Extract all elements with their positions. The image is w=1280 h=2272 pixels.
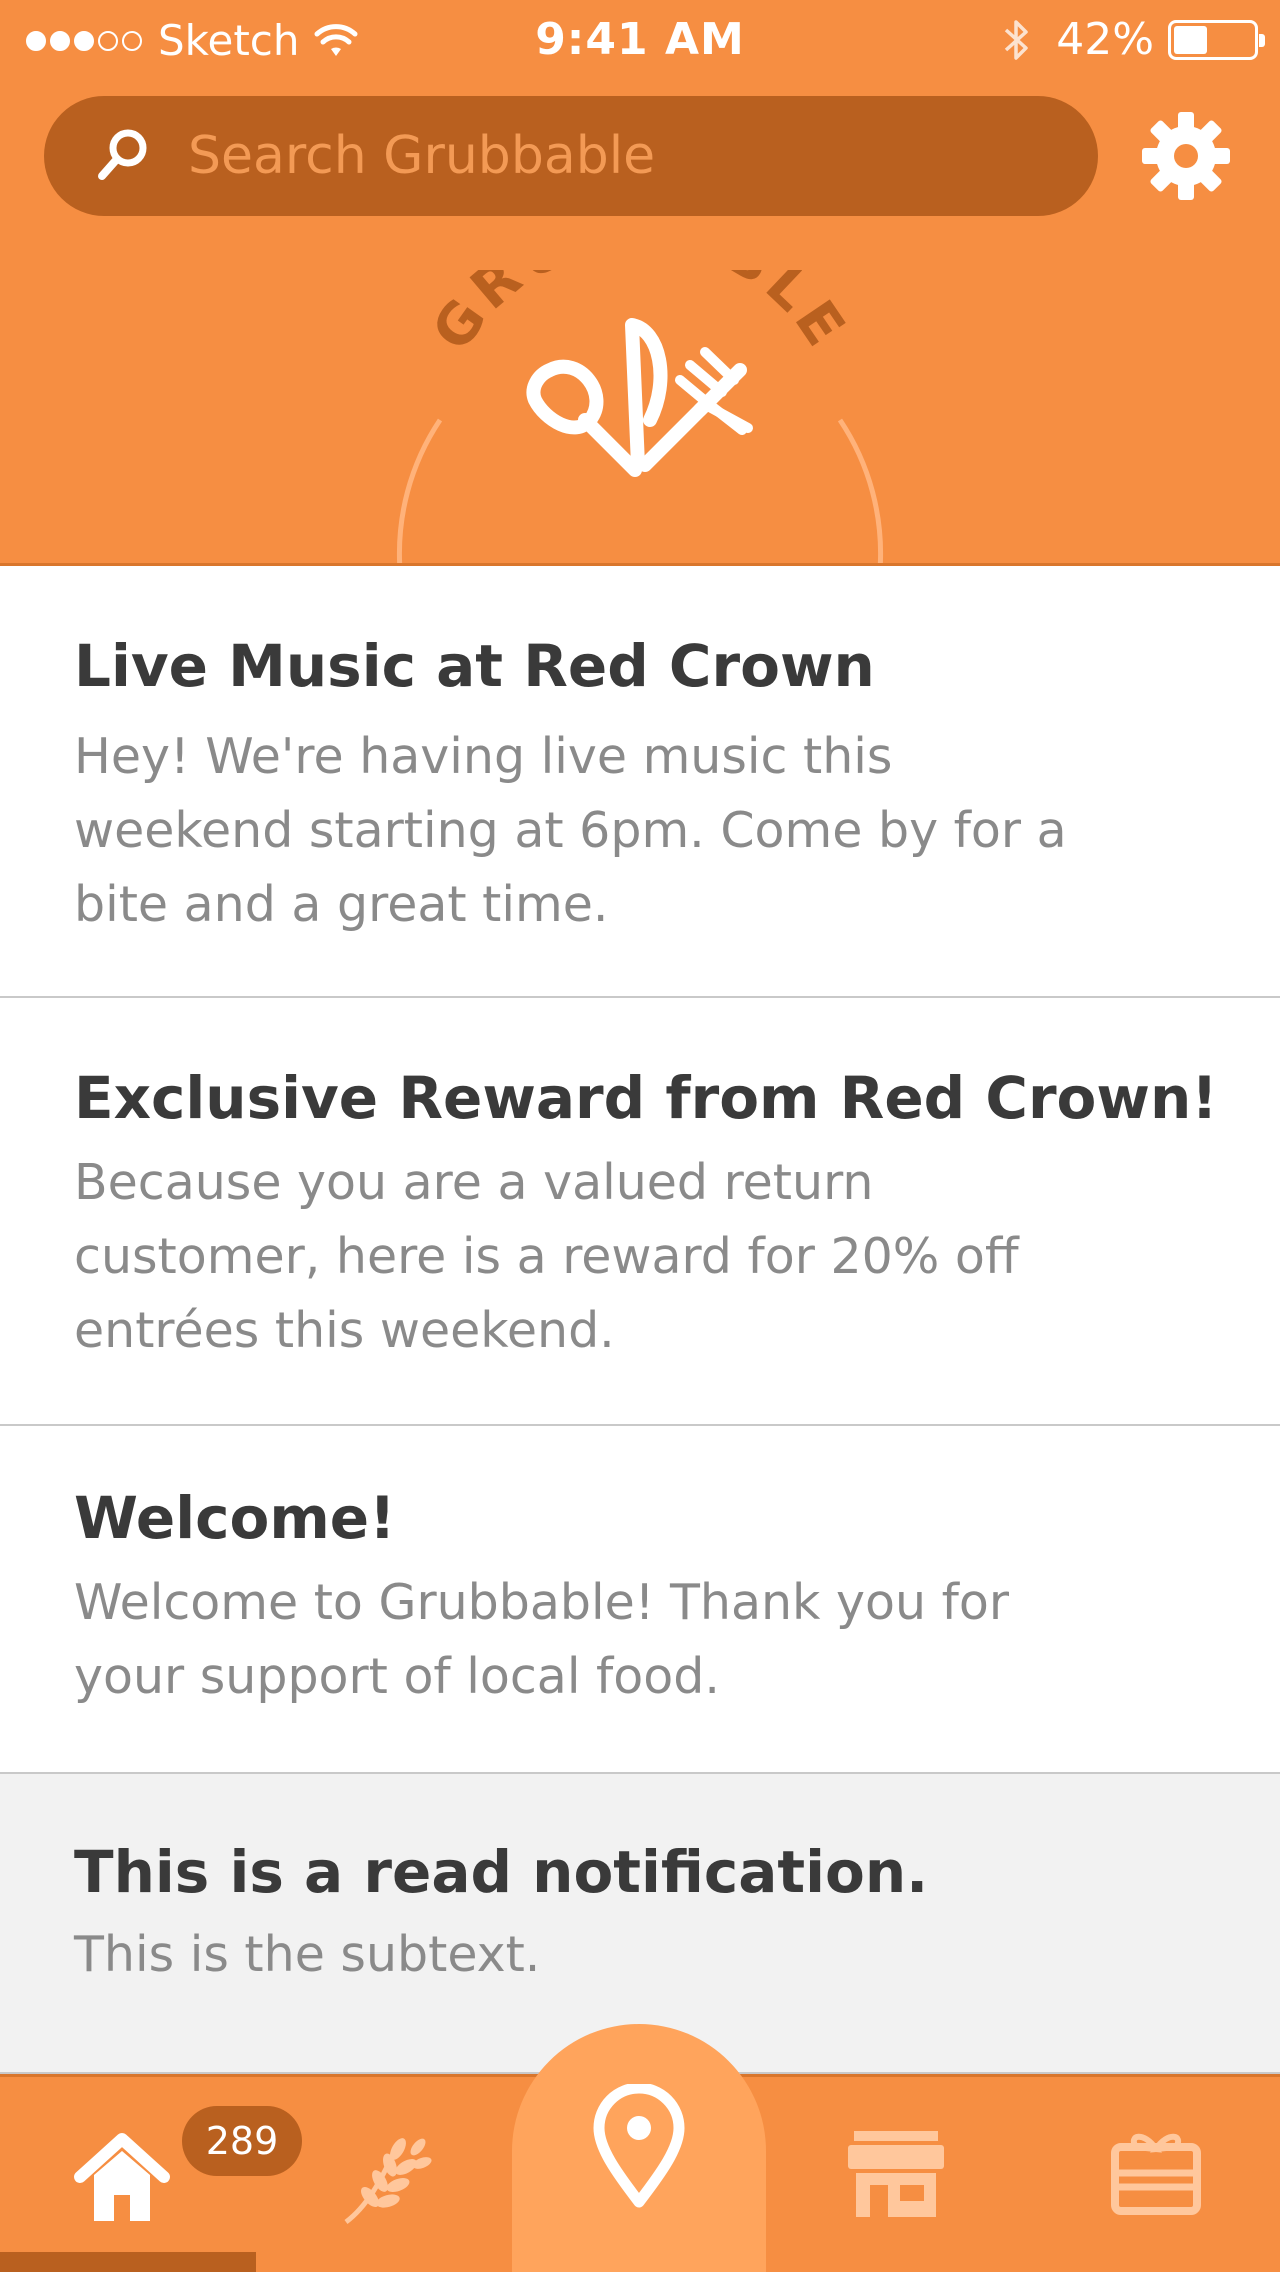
- notification-title: Live Music at Red Crown: [74, 632, 875, 700]
- battery-icon: [1168, 19, 1265, 60]
- notification-title: This is a read notification.: [74, 1838, 929, 1906]
- active-tab-indicator: [0, 2252, 256, 2272]
- notification-line: weekend starting at 6pm. Come by for a: [74, 802, 1067, 859]
- tab-stores[interactable]: [830, 2077, 970, 2272]
- notifications-screen: Sketch 9:41 AM 42% Search Grubbable GR L…: [0, 0, 1280, 2272]
- grubbable-logo: GRUBBABLE: [396, 270, 884, 563]
- notification-line: customer, here is a reward for 20% off: [74, 1228, 1019, 1285]
- tab-map[interactable]: [512, 2024, 766, 2272]
- bluetooth-icon: [1005, 19, 1028, 60]
- notification-line: your support of local food.: [74, 1648, 720, 1705]
- notification-line: Hey! We're having live music this: [74, 728, 893, 785]
- notification-line: entrées this weekend.: [74, 1302, 615, 1359]
- tab-home[interactable]: 289: [60, 2077, 302, 2272]
- search-icon: [98, 129, 147, 180]
- notification-line: Welcome to Grubbable! Thank you for: [74, 1574, 1009, 1631]
- search-placeholder: Search Grubbable: [188, 126, 656, 186]
- tab-farms[interactable]: [320, 2077, 460, 2272]
- header: Sketch 9:41 AM 42% Search Grubbable GR L…: [0, 0, 1280, 566]
- battery-fill: [1174, 25, 1207, 54]
- store-icon: [848, 2131, 944, 2217]
- status-right: 42%: [1002, 14, 1265, 65]
- notification-line: bite and a great time.: [74, 876, 609, 933]
- notification-body: Hey! We're having live music this weeken…: [74, 720, 1204, 942]
- notification-list: Live Music at Red Crown Hey! We're havin…: [0, 566, 1280, 2074]
- notification-item[interactable]: Live Music at Red Crown Hey! We're havin…: [0, 566, 1280, 998]
- gear-icon[interactable]: [1138, 108, 1234, 204]
- status-bar: Sketch 9:41 AM 42%: [0, 0, 1280, 80]
- notification-body: Because you are a valued return customer…: [74, 1146, 1204, 1368]
- notification-title: Exclusive Reward from Red Crown!: [74, 1064, 1218, 1132]
- home-icon: [74, 2133, 170, 2221]
- notification-item[interactable]: Exclusive Reward from Red Crown! Because…: [0, 998, 1280, 1426]
- location-pin-icon: [593, 2084, 685, 2208]
- notification-body: Welcome to Grubbable! Thank you for your…: [74, 1566, 1204, 1714]
- tab-rewards[interactable]: [1090, 2077, 1230, 2272]
- wheat-icon: [344, 2138, 432, 2224]
- notification-line: This is the subtext.: [74, 1926, 541, 1983]
- notification-item[interactable]: Welcome! Welcome to Grubbable! Thank you…: [0, 1426, 1280, 1774]
- gift-card-icon: [1111, 2133, 1201, 2215]
- notification-body: This is the subtext.: [74, 1918, 1204, 1992]
- search-input[interactable]: Search Grubbable: [44, 96, 1098, 216]
- battery-percent: 42%: [1056, 14, 1154, 65]
- notification-line: Because you are a valued return: [74, 1154, 874, 1211]
- svg-text:GRUBBABLE: GRUBBABLE: [420, 270, 860, 362]
- notification-count-badge: 289: [182, 2106, 302, 2176]
- notification-title: Welcome!: [74, 1484, 396, 1552]
